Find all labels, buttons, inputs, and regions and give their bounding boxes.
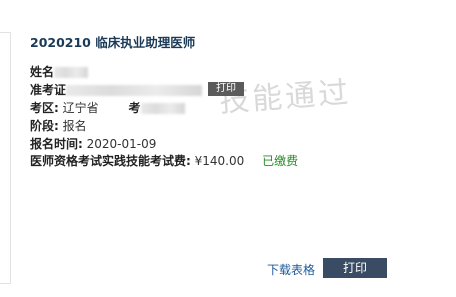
fee-value: ¥140.00 <box>194 154 245 168</box>
admission-value-redacted <box>66 85 203 96</box>
reg-time-row: 报名时间: 2020-01-09 <box>30 135 156 152</box>
site-value-redacted <box>140 103 185 114</box>
registration-card: 2020210 临床执业助理医师 技能通过 姓名 准考证 打印 考区: 辽宁省 … <box>11 10 456 295</box>
fee-label: 医师资格考试实践技能考试费: <box>30 154 191 168</box>
name-label: 姓名 <box>30 65 55 79</box>
left-sidebar-panel <box>0 32 11 284</box>
name-value-redacted <box>54 67 89 78</box>
site-label: 考 <box>128 101 141 115</box>
exam-title: 2020210 临床执业助理医师 <box>30 35 196 50</box>
download-form-link[interactable]: 下载表格 <box>267 261 315 278</box>
stage-row: 阶段: 报名 <box>30 117 87 134</box>
print-admission-button[interactable]: 打印 <box>208 82 244 96</box>
print-button[interactable]: 打印 <box>323 258 387 278</box>
area-row: 考区: 辽宁省 考 <box>30 99 185 116</box>
stage-value: 报名 <box>62 119 87 133</box>
area-label: 考区: <box>30 101 59 115</box>
area-value: 辽宁省 <box>62 101 99 115</box>
admission-label: 准考证 <box>30 83 67 97</box>
fee-row: 医师资格考试实践技能考试费: ¥140.00 已缴费 <box>30 152 298 169</box>
stage-label: 阶段: <box>30 119 59 133</box>
reg-time-value: 2020-01-09 <box>86 137 157 151</box>
fee-status-badge: 已缴费 <box>262 154 299 168</box>
name-row: 姓名 <box>30 63 89 80</box>
admission-row: 准考证 <box>30 81 203 98</box>
reg-time-label: 报名时间: <box>30 137 83 151</box>
